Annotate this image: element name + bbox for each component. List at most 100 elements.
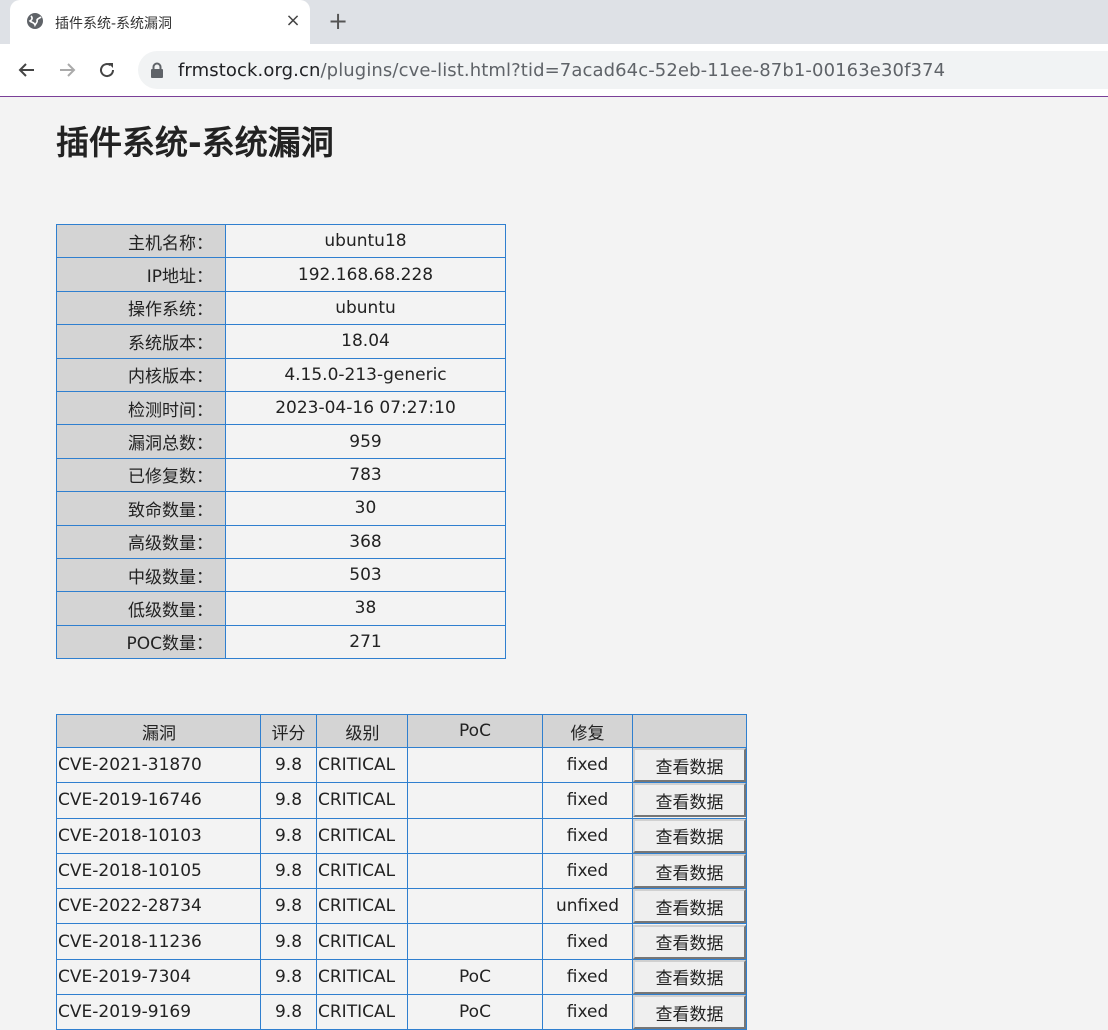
globe-icon	[26, 12, 44, 30]
action-cell: 查看数据	[632, 817, 747, 854]
host-info-row: IP地址： 192.168.68.228	[56, 257, 506, 292]
host-info-value: 2023-04-16 07:27:10	[225, 390, 506, 426]
table-row: CVE-2018-10103 9.8 CRITICAL fixed 查看数据	[56, 817, 747, 854]
view-data-button[interactable]: 查看数据	[633, 924, 746, 959]
page-title: 插件系统-系统漏洞	[56, 123, 334, 162]
table-row: CVE-2022-28734 9.8 CRITICAL unfixed 查看数据	[56, 888, 747, 925]
host-info-label: 高级数量：	[56, 524, 226, 559]
header-poc: PoC	[407, 714, 543, 748]
reload-icon[interactable]	[94, 57, 120, 83]
fix-status-cell: fixed	[542, 958, 633, 996]
level-cell: CRITICAL	[316, 817, 408, 854]
score-cell: 9.8	[260, 888, 317, 925]
back-arrow-icon[interactable]	[14, 57, 40, 83]
host-info-row: 高级数量： 368	[56, 524, 506, 559]
view-data-button[interactable]: 查看数据	[633, 995, 746, 1030]
action-cell: 查看数据	[632, 746, 747, 784]
level-cell: CRITICAL	[316, 994, 408, 1030]
cve-id-cell: CVE-2018-10103	[56, 817, 261, 854]
host-info-label: 中级数量：	[56, 557, 226, 593]
fix-status-cell: fixed	[542, 852, 633, 890]
lock-icon[interactable]	[150, 62, 164, 78]
host-info-value: ubuntu	[225, 290, 506, 326]
host-info-label: 漏洞总数：	[56, 424, 226, 459]
host-info-row: POC数量： 271	[56, 624, 506, 660]
level-cell: CRITICAL	[316, 852, 408, 890]
host-info-value: 18.04	[225, 324, 506, 359]
host-info-value: 271	[225, 624, 506, 660]
header-action	[632, 714, 747, 748]
level-cell: CRITICAL	[316, 958, 408, 996]
host-info-label: 检测时间：	[56, 390, 226, 426]
cve-table-header-row: 漏洞 评分 级别 PoC 修复	[56, 714, 747, 748]
poc-cell	[407, 923, 543, 960]
forward-arrow-icon[interactable]	[54, 57, 80, 83]
score-cell: 9.8	[260, 994, 317, 1030]
level-cell: CRITICAL	[316, 923, 408, 960]
cve-id-cell: CVE-2021-31870	[56, 746, 261, 784]
view-data-button[interactable]: 查看数据	[633, 854, 746, 889]
view-data-button[interactable]: 查看数据	[633, 818, 746, 853]
host-info-row: 致命数量： 30	[56, 491, 506, 526]
host-info-row: 低级数量： 38	[56, 591, 506, 626]
address-bar[interactable]: frmstock.org.cn/plugins/cve-list.html?ti…	[138, 51, 1108, 89]
table-row: CVE-2018-11236 9.8 CRITICAL fixed 查看数据	[56, 923, 747, 960]
host-info-value: 30	[225, 491, 506, 526]
action-cell: 查看数据	[632, 888, 747, 925]
host-info-row: 内核版本： 4.15.0-213-generic	[56, 357, 506, 392]
tab-title: 插件系统-系统漏洞	[55, 16, 173, 32]
poc-cell	[407, 746, 543, 784]
new-tab-button[interactable]: +	[325, 8, 351, 34]
close-tab-icon[interactable]: ×	[282, 10, 304, 32]
host-info-row: 已修复数： 783	[56, 457, 506, 493]
browser-tab[interactable]: 插件系统-系统漏洞 ×	[10, 0, 310, 44]
host-info-label: 系统版本：	[56, 324, 226, 359]
url-path: /plugins/cve-list.html?tid=7acad64c-52eb…	[320, 60, 946, 81]
fix-status-cell: fixed	[542, 994, 633, 1030]
host-info-value: 38	[225, 591, 506, 626]
poc-cell	[407, 852, 543, 890]
table-row: CVE-2019-16746 9.8 CRITICAL fixed 查看数据	[56, 782, 747, 819]
action-cell: 查看数据	[632, 994, 747, 1030]
host-info-value: 959	[225, 424, 506, 459]
view-data-button[interactable]: 查看数据	[633, 959, 746, 994]
host-info-row: 操作系统： ubuntu	[56, 290, 506, 326]
score-cell: 9.8	[260, 746, 317, 784]
cve-id-cell: CVE-2019-9169	[56, 994, 261, 1030]
score-cell: 9.8	[260, 958, 317, 996]
fix-status-cell: fixed	[542, 923, 633, 960]
host-info-row: 漏洞总数： 959	[56, 424, 506, 459]
level-cell: CRITICAL	[316, 746, 408, 784]
host-info-row: 系统版本： 18.04	[56, 324, 506, 359]
host-info-row: 检测时间： 2023-04-16 07:27:10	[56, 390, 506, 426]
host-info-label: 致命数量：	[56, 491, 226, 526]
host-info-label: 低级数量：	[56, 591, 226, 626]
view-data-button[interactable]: 查看数据	[633, 748, 746, 783]
header-score: 评分	[260, 714, 317, 748]
table-row: CVE-2019-7304 9.8 CRITICAL PoC fixed 查看数据	[56, 958, 747, 996]
view-data-button[interactable]: 查看数据	[633, 889, 746, 924]
host-info-value: 368	[225, 524, 506, 559]
action-cell: 查看数据	[632, 958, 747, 996]
url-domain: frmstock.org.cn	[178, 60, 321, 81]
action-cell: 查看数据	[632, 782, 747, 819]
host-info-value: 192.168.68.228	[225, 257, 506, 292]
level-cell: CRITICAL	[316, 888, 408, 925]
host-info-label: 已修复数：	[56, 457, 226, 493]
fix-status-cell: fixed	[542, 817, 633, 854]
level-cell: CRITICAL	[316, 782, 408, 819]
poc-cell: PoC	[407, 958, 543, 996]
score-cell: 9.8	[260, 782, 317, 819]
url-text[interactable]: frmstock.org.cn/plugins/cve-list.html?ti…	[178, 60, 945, 81]
host-info-label: 操作系统：	[56, 290, 226, 326]
header-cve: 漏洞	[56, 714, 261, 748]
cve-table: 漏洞 评分 级别 PoC 修复 CVE-2021-31870 9.8 CRITICA…	[56, 714, 747, 1030]
host-info-value: ubuntu18	[225, 223, 506, 259]
action-cell: 查看数据	[632, 852, 747, 890]
table-row: CVE-2018-10105 9.8 CRITICAL fixed 查看数据	[56, 852, 747, 890]
header-level: 级别	[316, 714, 408, 748]
host-info-label: 内核版本：	[56, 357, 226, 392]
host-info-label: 主机名称：	[56, 223, 226, 259]
view-data-button[interactable]: 查看数据	[633, 783, 746, 818]
cve-id-cell: CVE-2019-16746	[56, 782, 261, 819]
